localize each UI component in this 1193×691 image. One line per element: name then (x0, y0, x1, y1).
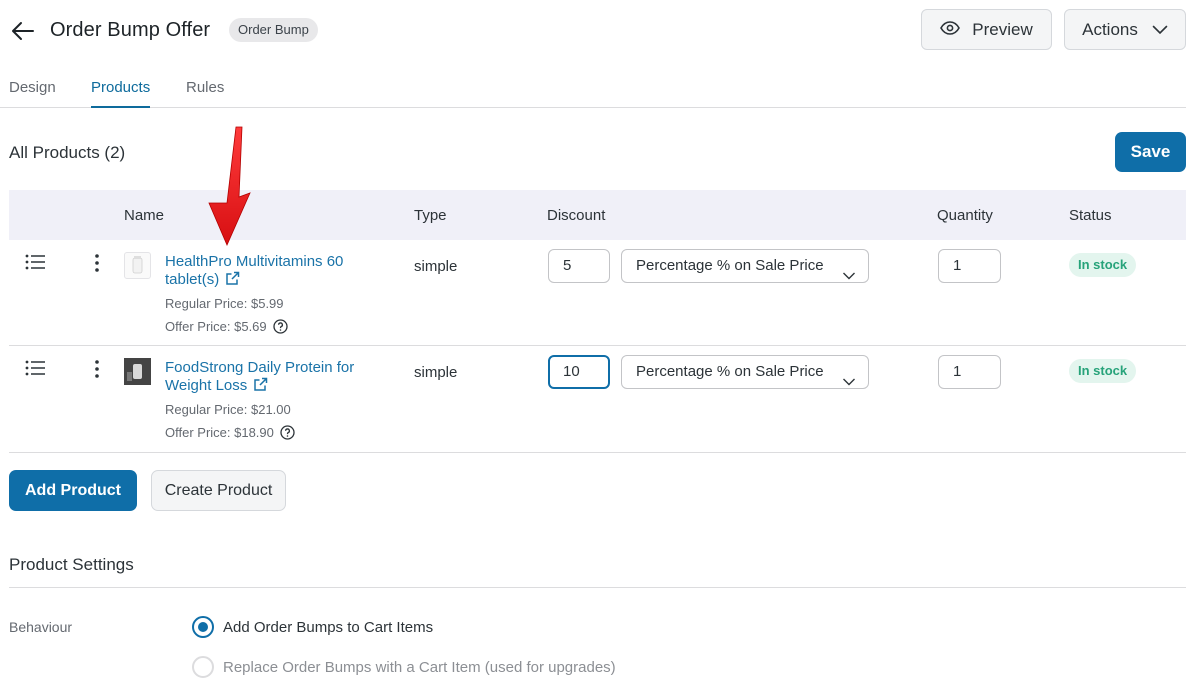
behaviour-label: Behaviour (9, 619, 73, 635)
external-link-icon[interactable] (225, 271, 240, 286)
divider (9, 587, 1186, 588)
add-product-button[interactable]: Add Product (9, 470, 137, 511)
discount-type-value: Percentage % on Sale Price (636, 257, 824, 274)
tab-bar: Design Products Rules (0, 70, 1186, 108)
drag-handle-icon[interactable] (25, 253, 47, 271)
radio-replace-order-bumps[interactable]: Replace Order Bumps with a Cart Item (us… (192, 656, 616, 678)
preview-button[interactable]: Preview (921, 9, 1052, 50)
discount-type-value: Percentage % on Sale Price (636, 363, 824, 380)
actions-label: Actions (1082, 19, 1138, 39)
discount-type-select[interactable]: Percentage % on Sale Price (621, 355, 869, 389)
radio-label: Add Order Bumps to Cart Items (223, 618, 434, 636)
tab-rules[interactable]: Rules (186, 79, 224, 108)
column-header-name: Name (124, 207, 165, 224)
column-header-discount: Discount (547, 207, 606, 224)
page-header: Order Bump Offer Order Bump Preview Acti… (0, 0, 1193, 60)
radio-button[interactable] (192, 616, 214, 638)
regular-price: Regular Price: $5.99 (165, 296, 284, 311)
products-table-header: Name Type Discount Quantity Status (9, 190, 1186, 240)
regular-price: Regular Price: $21.00 (165, 402, 291, 417)
quantity-input[interactable]: 1 (938, 355, 1001, 389)
offer-price-text: Offer Price: $18.90 (165, 425, 274, 440)
type-badge: Order Bump (229, 18, 318, 42)
tab-products[interactable]: Products (91, 79, 151, 108)
help-icon[interactable] (273, 319, 288, 334)
discount-type-select[interactable]: Percentage % on Sale Price (621, 249, 869, 283)
more-options-icon[interactable] (93, 359, 101, 379)
column-header-type: Type (414, 207, 447, 224)
more-options-icon[interactable] (93, 253, 101, 273)
radio-label: Replace Order Bumps with a Cart Item (us… (223, 658, 616, 676)
column-header-status: Status (1069, 207, 1112, 224)
status-badge: In stock (1069, 253, 1137, 277)
chevron-down-icon (842, 261, 856, 280)
discount-input[interactable]: 5 (548, 249, 610, 283)
offer-price-text: Offer Price: $5.69 (165, 319, 267, 334)
discount-input[interactable]: 10 (548, 355, 610, 389)
product-type: simple (414, 364, 458, 381)
product-name-link[interactable]: HealthPro Multivitamins 60 tablet(s) (165, 253, 365, 289)
radio-add-order-bumps[interactable]: Add Order Bumps to Cart Items (192, 616, 433, 638)
eye-icon (940, 20, 961, 40)
radio-button[interactable] (192, 656, 214, 678)
all-products-title: All Products (2) (9, 143, 126, 162)
table-row: HealthPro Multivitamins 60 tablet(s) Reg… (9, 240, 1186, 346)
preview-label: Preview (972, 19, 1033, 39)
help-icon[interactable] (280, 425, 295, 440)
tab-design[interactable]: Design (9, 79, 56, 108)
product-thumbnail (124, 358, 151, 385)
table-row: FoodStrong Daily Protein for Weight Loss… (9, 346, 1186, 453)
external-link-icon[interactable] (253, 377, 268, 392)
product-thumbnail (124, 252, 151, 279)
create-product-button[interactable]: Create Product (151, 470, 286, 511)
chevron-down-icon (1152, 20, 1168, 40)
offer-price: Offer Price: $5.69 (165, 319, 288, 334)
back-arrow-icon[interactable] (10, 18, 36, 44)
chevron-down-icon (842, 367, 856, 386)
annotation-arrow-icon (205, 125, 255, 247)
drag-handle-icon[interactable] (25, 359, 47, 377)
product-settings-title: Product Settings (9, 555, 134, 574)
product-name: HealthPro Multivitamins 60 tablet(s) (165, 253, 344, 288)
offer-price: Offer Price: $18.90 (165, 425, 295, 440)
product-type: simple (414, 258, 458, 275)
column-header-quantity: Quantity (937, 207, 993, 224)
status-badge: In stock (1069, 359, 1137, 383)
save-button[interactable]: Save (1115, 132, 1186, 172)
actions-dropdown-button[interactable]: Actions (1064, 9, 1186, 50)
quantity-input[interactable]: 1 (938, 249, 1001, 283)
page-title: Order Bump Offer (50, 19, 211, 41)
product-name-link[interactable]: FoodStrong Daily Protein for Weight Loss (165, 359, 365, 395)
